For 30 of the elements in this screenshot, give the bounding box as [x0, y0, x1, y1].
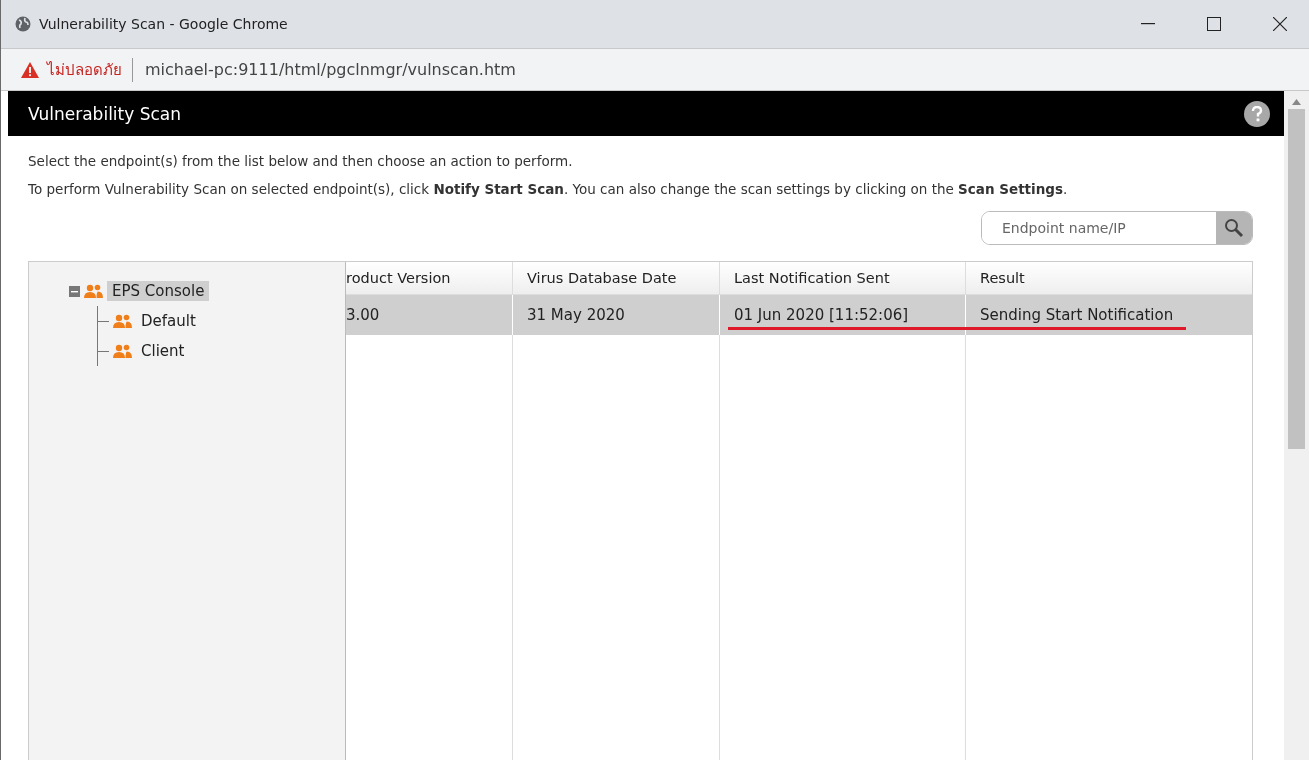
users-icon [113, 344, 132, 358]
tree-item[interactable]: EPS Console [107, 281, 210, 301]
minimize-icon [1141, 23, 1155, 25]
page-title: Vulnerability Scan [28, 103, 182, 124]
table-cell: 3.00 [346, 295, 512, 335]
scroll-up-icon[interactable] [1292, 99, 1301, 105]
globe-icon [15, 16, 31, 32]
security-status[interactable]: ไม่ปลอดภัย [47, 57, 133, 82]
users-icon [84, 284, 103, 298]
help-icon[interactable] [1244, 100, 1270, 127]
search-icon [1224, 218, 1244, 238]
instruction-text: To perform Vulnerability Scan on selected endpoint(s), click Notify Start Scan. You can also change the scan settings by clicking on the Scan Settings. [28, 180, 1069, 198]
column-header[interactable]: Virus Database Date [512, 262, 719, 295]
column-header[interactable]: Last Notification Sent [719, 262, 965, 295]
instruction-text: Select the endpoint(s) from the list below and then choose an action to perform. [28, 152, 574, 170]
users-icon [113, 314, 132, 328]
scrollbar[interactable] [1284, 91, 1309, 760]
column-header[interactable]: Result [965, 262, 1252, 295]
close-icon [1273, 17, 1287, 31]
table-cell: Sending Start Notification [965, 295, 1252, 335]
search-button[interactable] [1216, 212, 1252, 244]
tree-item[interactable]: Default [136, 311, 201, 331]
search-field[interactable]: Endpoint name/IP [981, 211, 1253, 245]
url-text[interactable]: michael-pc:9111/html/pgclnmgr/vulnscan.htm [141, 60, 516, 79]
tree-item[interactable]: Client [136, 341, 190, 361]
table-cell: 31 May 2020 [512, 295, 719, 335]
window-title: Vulnerability Scan - Google Chrome [39, 16, 289, 32]
maximize-icon [1207, 17, 1221, 31]
collapse-toggle[interactable] [69, 285, 80, 297]
warning-icon [21, 61, 39, 78]
